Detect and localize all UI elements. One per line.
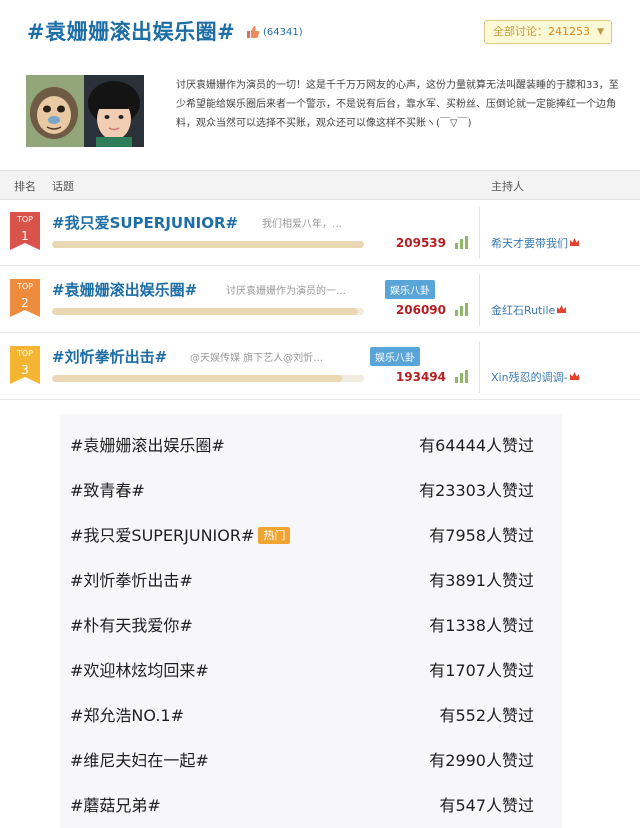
like-count-text: 有2990人赞过 <box>429 751 534 770</box>
host-link[interactable]: 希天才要带我们 <box>491 235 580 251</box>
list-item[interactable]: #致青春# 有23303人赞过 <box>60 468 562 513</box>
topic-link[interactable]: #我只爱SUPERJUNIOR# <box>52 212 238 233</box>
rank-flag: TOP 3 <box>10 346 40 384</box>
list-item[interactable]: #蘑菇兄弟# 有547人赞过 <box>60 783 562 828</box>
host-name: 金红石Rutile <box>491 304 556 317</box>
like-count-text: 有1338人赞过 <box>429 616 534 635</box>
list-item[interactable]: #刘忻拳忻出击# 有3891人赞过 <box>60 558 562 603</box>
host-link[interactable]: Xin残忍的调调- <box>491 369 580 385</box>
bar-chart-icon[interactable] <box>454 235 470 249</box>
heat-progress-bar <box>52 241 364 248</box>
topic-tag[interactable]: #刘忻拳忻出击# <box>70 558 193 603</box>
like-count-text: 有23303人赞过 <box>419 481 534 500</box>
like-count-text: 有547人赞过 <box>439 796 534 815</box>
rank-number: 1 <box>21 229 29 243</box>
crown-icon <box>557 305 567 313</box>
topic-snippet: @天娱传媒 旗下艺人@刘忻… <box>190 353 324 364</box>
host-name: 希天才要带我们 <box>491 237 568 250</box>
column-divider <box>479 341 480 393</box>
like-count-text: 有1707人赞过 <box>429 661 534 680</box>
like-count-text: 有3891人赞过 <box>429 571 534 590</box>
ranking-row: TOP 2 #袁姗姗滚出娱乐圈# 讨厌袁姗姗作为演员的一… 娱乐八卦 20609… <box>0 266 640 333</box>
topic-tag[interactable]: #朴有天我爱你# <box>70 603 193 648</box>
discussion-count: 241253 <box>548 25 590 38</box>
topic-tag[interactable]: #蘑菇兄弟# <box>70 783 161 828</box>
chevron-down-icon: ▼ <box>597 27 604 37</box>
ranking-row: TOP 1 #我只爱SUPERJUNIOR# 我们相爱八年，… 209539 希… <box>0 199 640 266</box>
monkey-and-child-photo <box>26 75 144 147</box>
thumbs-up-icon <box>247 26 260 38</box>
topic-tag[interactable]: #袁姗姗滚出娱乐圈# <box>70 423 225 468</box>
rank-flag: TOP 1 <box>10 212 40 250</box>
category-badge[interactable]: 娱乐八卦 <box>385 280 435 299</box>
heat-progress-fill <box>52 241 364 248</box>
like-count: (64341) <box>263 26 303 38</box>
heat-progress-bar <box>52 375 364 382</box>
list-item[interactable]: #维尼夫妇在一起# 有2990人赞过 <box>60 738 562 783</box>
host-name: Xin残忍的调调- <box>491 371 568 384</box>
topic-tag[interactable]: #郑允浩NO.1# <box>70 693 184 738</box>
topic-snippet: 我们相爱八年，… <box>262 219 342 230</box>
hot-badge: 热门 <box>258 527 291 544</box>
bar-chart-icon[interactable] <box>454 369 470 383</box>
heat-progress-fill <box>52 308 358 315</box>
ranking-row: TOP 3 #刘忻拳忻出击# @天娱传媒 旗下艺人@刘忻… 娱乐八卦 19349… <box>0 333 640 400</box>
topic-tag[interactable]: #欢迎林炫均回来# <box>70 648 209 693</box>
list-item[interactable]: #朴有天我爱你# 有1338人赞过 <box>60 603 562 648</box>
topic-intro: 讨厌袁姗姗作为演员的一切！这是千千万万网友的心声，这份力量就算无法叫醒装睡的于朦… <box>0 70 640 162</box>
like-button[interactable]: (64341) <box>246 25 303 39</box>
like-count-text: 有552人赞过 <box>439 706 534 725</box>
topic-link[interactable]: #袁姗姗滚出娱乐圈# <box>52 279 197 300</box>
topic-header: #袁姗姗滚出娱乐圈# (64341) 全部讨论：241253 ▼ <box>0 0 640 70</box>
topic-count: 209539 <box>395 236 446 250</box>
host-column-header: 主持人 <box>491 180 524 193</box>
column-divider <box>479 207 480 259</box>
list-item[interactable]: #欢迎林炫均回来# 有1707人赞过 <box>60 648 562 693</box>
topic-tag-wrap[interactable]: #我只爱SUPERJUNIOR# 热门 <box>70 513 291 558</box>
discussion-label: 全部讨论： <box>493 25 548 38</box>
topic-count: 206090 <box>395 303 446 317</box>
rank-number: 3 <box>21 363 29 377</box>
liked-topics-list: #袁姗姗滚出娱乐圈# 有64444人赞过 #致青春# 有23303人赞过 #我只… <box>60 414 562 828</box>
bar-chart-icon[interactable] <box>454 302 470 316</box>
topic-link[interactable]: #刘忻拳忻出击# <box>52 346 167 367</box>
list-item[interactable]: #袁姗姗滚出娱乐圈# 有64444人赞过 <box>60 423 562 468</box>
host-link[interactable]: 金红石Rutile <box>491 302 567 318</box>
category-badge[interactable]: 娱乐八卦 <box>370 347 420 366</box>
list-item[interactable]: #我只爱SUPERJUNIOR# 热门 有7958人赞过 <box>60 513 562 558</box>
ranking-table-header: 排名 话题 主持人 <box>0 170 640 200</box>
topic-tag[interactable]: #维尼夫妇在一起# <box>70 738 209 783</box>
topic-description: 讨厌袁姗姗作为演员的一切！这是千千万万网友的心声，这份力量就算无法叫醒装睡的于朦… <box>176 80 619 129</box>
rank-number: 2 <box>21 296 29 310</box>
heat-progress-bar <box>52 308 364 315</box>
topic-cover-image[interactable] <box>26 75 144 147</box>
column-divider <box>479 274 480 326</box>
flag-top-label: TOP <box>16 349 33 358</box>
flag-top-label: TOP <box>16 215 33 224</box>
crown-icon <box>569 372 579 380</box>
page-title[interactable]: #袁姗姗滚出娱乐圈# <box>27 16 235 46</box>
topic-count: 193494 <box>395 370 446 384</box>
like-count-text: 有64444人赞过 <box>419 436 534 455</box>
rank-flag: TOP 2 <box>10 279 40 317</box>
list-item[interactable]: #郑允浩NO.1# 有552人赞过 <box>60 693 562 738</box>
like-count-text: 有7958人赞过 <box>429 526 534 545</box>
rank-column-header: 排名 <box>14 180 36 193</box>
topic-tag[interactable]: #致青春# <box>70 468 145 513</box>
crown-icon <box>570 238 579 246</box>
topic-column-header: 话题 <box>52 180 74 193</box>
topic-tag: #我只爱SUPERJUNIOR# <box>70 526 255 545</box>
flag-top-label: TOP <box>16 282 33 291</box>
topic-snippet: 讨厌袁姗姗作为演员的一… <box>226 286 346 297</box>
heat-progress-fill <box>52 375 343 382</box>
all-discussion-button[interactable]: 全部讨论：241253 ▼ <box>484 20 612 44</box>
